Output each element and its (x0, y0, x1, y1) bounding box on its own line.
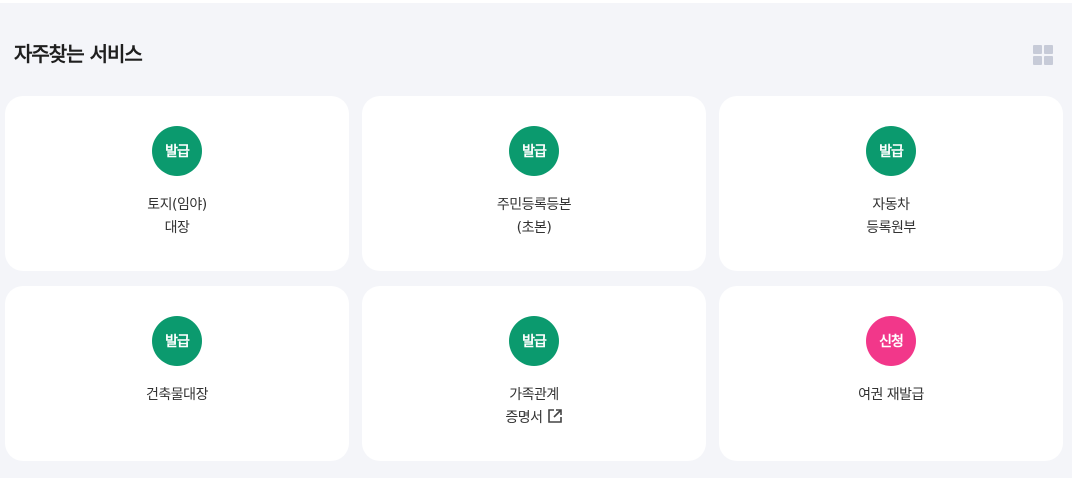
service-label: 가족관계 증명서 (362, 384, 706, 430)
service-card-family-relation-certificate[interactable]: 발급 가족관계 증명서 (362, 286, 706, 461)
service-label: 건축물대장 (5, 384, 349, 407)
service-label-line: 토지(임야) (147, 197, 207, 213)
service-label: 주민등록등본 (초본) (362, 194, 706, 240)
service-label-line-with-icon: 증명서 (362, 407, 706, 430)
service-label: 자동차 등록원부 (719, 194, 1063, 240)
service-card-resident-registration[interactable]: 발급 주민등록등본 (초본) (362, 96, 706, 271)
issue-badge: 발급 (509, 316, 559, 366)
apply-badge: 신청 (866, 316, 916, 366)
grid-cell (1044, 45, 1053, 54)
issue-badge: 발급 (866, 126, 916, 176)
grid-view-icon[interactable] (1033, 45, 1053, 65)
service-card-land-register[interactable]: 발급 토지(임야) 대장 (5, 96, 349, 271)
service-label-line: (초본) (516, 220, 552, 236)
service-card-passport-reissue[interactable]: 신청 여권 재발급 (719, 286, 1063, 461)
service-label-line: 가족관계 (509, 387, 559, 403)
section-title: 자주찾는 서비스 (14, 42, 143, 66)
service-label-line: 대장 (164, 220, 190, 236)
service-label-line: 자동차 (872, 197, 910, 213)
service-card-vehicle-registration[interactable]: 발급 자동차 등록원부 (719, 96, 1063, 271)
service-label: 여권 재발급 (719, 384, 1063, 407)
grid-cell (1033, 45, 1042, 54)
service-label-line: 건축물대장 (146, 387, 208, 403)
issue-badge: 발급 (509, 126, 559, 176)
service-label-line: 주민등록등본 (496, 197, 572, 213)
service-label-line: 여권 재발급 (858, 387, 924, 403)
service-label-text: 증명서 (505, 410, 543, 426)
service-card-building-register[interactable]: 발급 건축물대장 (5, 286, 349, 461)
service-label: 토지(임야) 대장 (5, 194, 349, 240)
grid-cell (1033, 56, 1042, 65)
grid-cell (1044, 56, 1053, 65)
issue-badge: 발급 (152, 316, 202, 366)
issue-badge: 발급 (152, 126, 202, 176)
service-label-line: 등록원부 (866, 220, 916, 236)
external-link-icon (547, 409, 562, 423)
